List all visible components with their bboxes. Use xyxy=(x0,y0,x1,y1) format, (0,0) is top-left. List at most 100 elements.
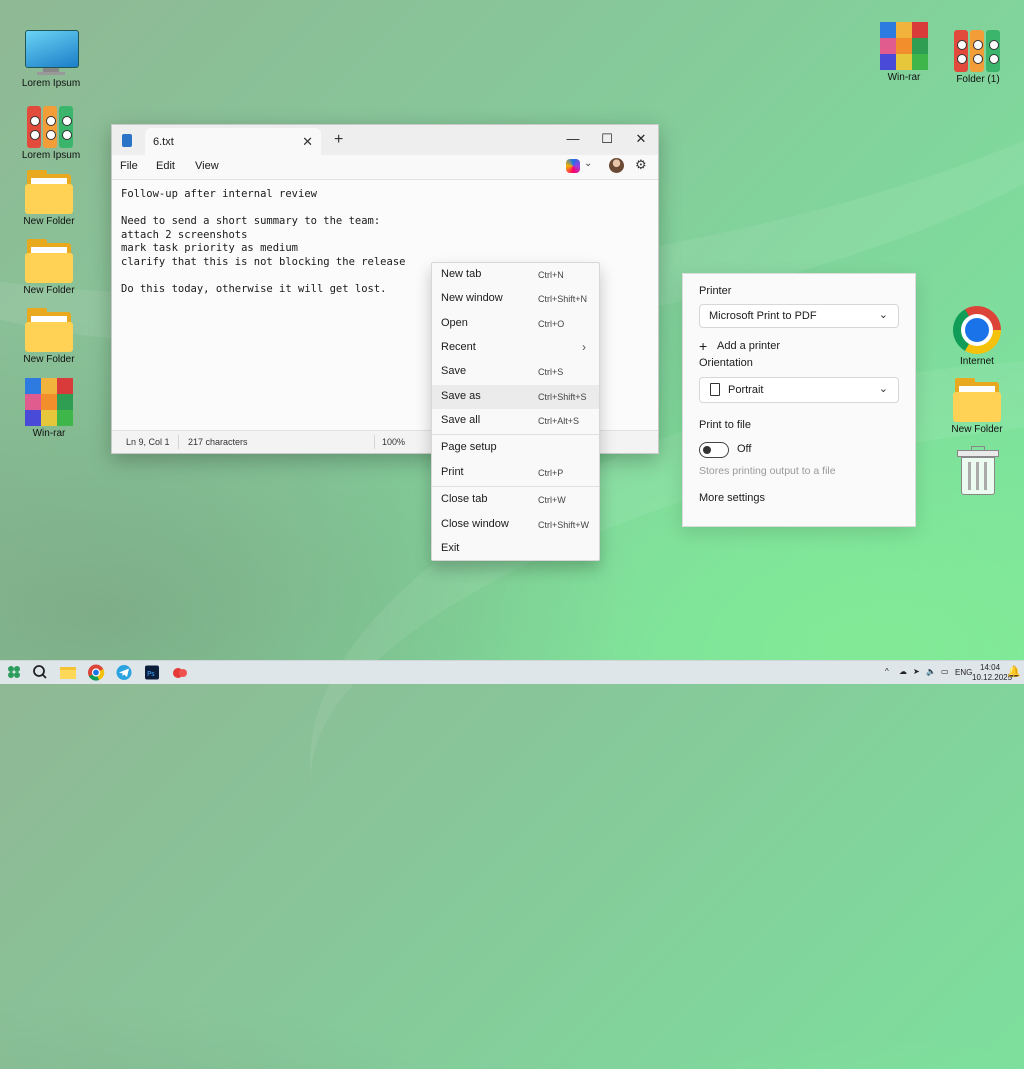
desktop-icon-label: Win-rar xyxy=(32,428,66,439)
menu-item-recent[interactable]: Recent › xyxy=(432,336,599,360)
new-tab-button[interactable]: + xyxy=(334,131,343,149)
close-window-button[interactable]: ✕ xyxy=(624,125,658,155)
desktop-icon-label: Win-rar xyxy=(887,72,921,83)
desktop-icon-label: Folder (1) xyxy=(956,74,1000,85)
printer-value: Microsoft Print to PDF xyxy=(709,310,817,322)
send-icon[interactable]: ➤ xyxy=(913,667,920,676)
character-count: 217 characters xyxy=(188,437,248,447)
chevron-up-icon[interactable]: ^ xyxy=(885,667,889,676)
start-button[interactable] xyxy=(4,663,24,682)
menu-item-save-as[interactable]: Save as Ctrl+Shift+S xyxy=(432,385,599,409)
desktop-icon-new-folder-right[interactable]: New Folder xyxy=(942,378,1012,435)
search-icon[interactable] xyxy=(30,663,50,682)
chevron-right-icon: › xyxy=(582,340,586,354)
monitor-icon xyxy=(25,30,79,76)
menu-item-save-all[interactable]: Save all Ctrl+Alt+S xyxy=(432,409,599,433)
zoom-level[interactable]: 100% xyxy=(382,437,405,447)
document-icon xyxy=(710,383,720,396)
app-icon[interactable] xyxy=(170,663,190,682)
cloud-icon[interactable]: ☁ xyxy=(899,667,907,676)
print-panel: Printer Microsoft Print to PDF ⌄ + Add a… xyxy=(682,273,916,527)
desktop-icon-new-folder[interactable]: New Folder xyxy=(14,170,84,227)
close-tab-icon[interactable]: ✕ xyxy=(302,134,313,150)
desktop-icon-new-folder[interactable]: New Folder xyxy=(14,308,84,365)
tab-6-txt[interactable]: 6.txt ✕ xyxy=(145,128,321,155)
desktop-icon-label: Lorem Ipsum xyxy=(21,78,81,89)
binders-icon xyxy=(954,26,1002,72)
chevron-down-icon: ⌄ xyxy=(878,383,888,395)
folder-icon xyxy=(25,170,73,214)
desktop-icon-lorem-ipsum[interactable]: Lorem Ipsum xyxy=(16,30,86,89)
desktop-icon-new-folder[interactable]: New Folder xyxy=(14,239,84,296)
clock-time[interactable]: 14:04 xyxy=(980,663,1000,672)
chevron-down-icon[interactable]: ⌄ xyxy=(584,158,592,169)
menu-item-new-window[interactable]: New window Ctrl+Shift+N xyxy=(432,287,599,311)
menu-file[interactable]: File xyxy=(120,160,138,172)
menu-item-close-tab[interactable]: Close tab Ctrl+W xyxy=(432,488,599,512)
cursor-position: Ln 9, Col 1 xyxy=(126,437,170,447)
menu-item-new-tab[interactable]: New tab Ctrl+N xyxy=(432,263,599,287)
menu-item-print[interactable]: Print Ctrl+P xyxy=(432,461,599,485)
orientation-value: Portrait xyxy=(728,384,764,396)
folder-icon xyxy=(953,378,1001,422)
plus-icon[interactable]: + xyxy=(699,338,707,354)
chevron-down-icon: ⌄ xyxy=(878,309,888,321)
battery-icon[interactable]: ▭ xyxy=(941,667,949,676)
menu-divider xyxy=(432,434,599,435)
desktop-icon-recycle-bin[interactable] xyxy=(942,446,1012,496)
winrar-icon xyxy=(880,22,928,70)
desktop-icon-label: Internet xyxy=(960,356,994,367)
avatar[interactable] xyxy=(609,158,624,173)
folder-icon xyxy=(25,239,73,283)
more-settings-link[interactable]: More settings xyxy=(699,492,765,504)
print-to-file-label: Print to file xyxy=(699,419,751,431)
menu-item-close-window[interactable]: Close window Ctrl+Shift+W xyxy=(432,513,599,537)
toggle-description: Stores printing output to a file xyxy=(699,465,836,477)
print-to-file-toggle[interactable] xyxy=(699,442,729,458)
chrome-taskbar-icon[interactable] xyxy=(86,663,106,682)
svg-text:Ps: Ps xyxy=(147,670,155,678)
desktop-icon-label: New Folder xyxy=(23,285,75,296)
folder-icon xyxy=(25,308,73,352)
tab-title: 6.txt xyxy=(153,136,174,148)
file-menu-dropdown: New tab Ctrl+N New window Ctrl+Shift+N Ope… xyxy=(431,262,600,561)
desktop-icon-label: New Folder xyxy=(951,424,1003,435)
photoshop-icon[interactable]: Ps xyxy=(142,663,162,682)
menu-item-exit[interactable]: Exit xyxy=(432,537,599,561)
telegram-icon[interactable] xyxy=(114,663,134,682)
recycle-bin-icon xyxy=(957,446,999,495)
menu-bar: File Edit View ⌄ ⚙ xyxy=(112,155,658,179)
binders-icon xyxy=(27,102,75,148)
speaker-icon[interactable]: 🔈 xyxy=(926,667,936,676)
menu-divider xyxy=(432,486,599,487)
title-bar[interactable]: 6.txt ✕ + — ☐ ✕ xyxy=(112,125,658,155)
printer-label: Printer xyxy=(699,285,732,297)
orientation-select[interactable]: Portrait ⌄ xyxy=(699,377,899,403)
file-explorer-icon[interactable] xyxy=(58,663,78,682)
maximize-button[interactable]: ☐ xyxy=(590,125,624,155)
desktop-icon-winrar[interactable]: Win-rar xyxy=(14,378,84,439)
copilot-icon[interactable] xyxy=(566,159,580,173)
toggle-state: Off xyxy=(737,443,752,455)
desktop-icon-label: New Folder xyxy=(23,216,75,227)
taskbar: Ps ^ ☁ ➤ 🔈 ▭ ENG 14:04 10.12.2025 🔔 xyxy=(0,660,1024,684)
menu-view[interactable]: View xyxy=(195,160,219,172)
add-printer-link[interactable]: Add a printer xyxy=(717,340,780,352)
desktop-icon-lorem-ipsum-2[interactable]: Lorem Ipsum xyxy=(16,102,86,161)
menu-item-page-setup[interactable]: Page setup xyxy=(432,436,599,460)
menu-item-save[interactable]: Save Ctrl+S xyxy=(432,360,599,384)
desktop-icon-winrar-right[interactable]: Win-rar xyxy=(869,22,939,83)
language-indicator[interactable]: ENG xyxy=(955,668,972,677)
desktop-icon-internet[interactable]: Internet xyxy=(942,306,1012,367)
orientation-label: Orientation xyxy=(699,357,753,369)
menu-edit[interactable]: Edit xyxy=(156,160,175,172)
notification-bell-icon[interactable]: 🔔 xyxy=(1007,665,1021,678)
desktop-icon-folder-1[interactable]: Folder (1) xyxy=(943,26,1013,85)
desktop-icon-label: New Folder xyxy=(23,354,75,365)
gear-icon[interactable]: ⚙ xyxy=(635,157,647,173)
menu-item-open[interactable]: Open Ctrl+O xyxy=(432,312,599,336)
minimize-button[interactable]: — xyxy=(556,125,590,155)
notepad-app-icon xyxy=(122,134,132,147)
desktop-icon-label: Lorem Ipsum xyxy=(21,150,81,161)
printer-select[interactable]: Microsoft Print to PDF ⌄ xyxy=(699,304,899,328)
